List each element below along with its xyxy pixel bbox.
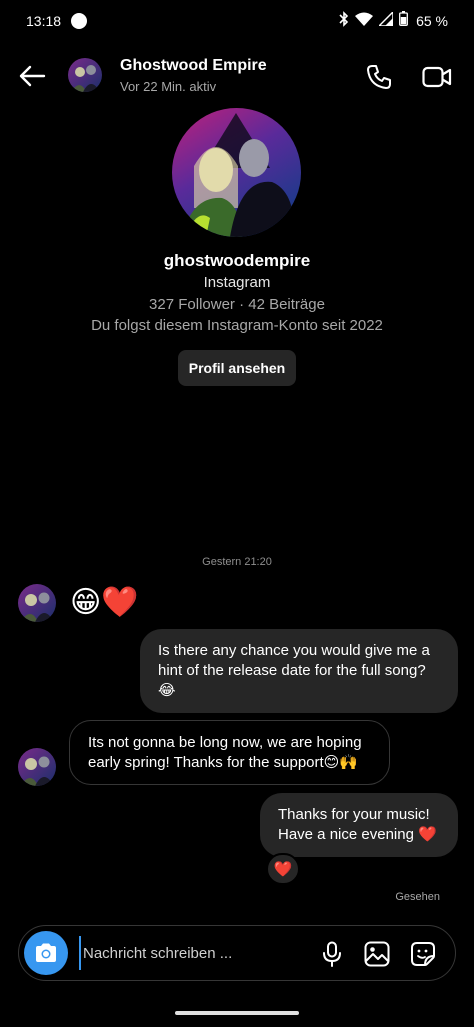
profile-username: ghostwoodempire bbox=[163, 251, 311, 270]
video-camera-icon bbox=[422, 66, 452, 88]
emoji-message[interactable]: 😁❤️ bbox=[70, 584, 139, 622]
voice-message-button[interactable] bbox=[319, 940, 345, 968]
sender-avatar[interactable] bbox=[18, 584, 56, 622]
back-arrow-icon bbox=[19, 65, 46, 87]
contact-name[interactable]: Ghostwood Empire bbox=[120, 57, 267, 75]
message-line: 😂 bbox=[158, 682, 176, 699]
camera-button[interactable] bbox=[24, 931, 68, 975]
sender-avatar[interactable] bbox=[18, 748, 56, 786]
incoming-message[interactable]: Its not gonna be long now, we are hoping… bbox=[69, 720, 390, 785]
profile-avatar[interactable] bbox=[172, 108, 301, 237]
header-avatar[interactable] bbox=[68, 58, 102, 92]
video-call-button[interactable] bbox=[418, 60, 456, 94]
profile-stats: 327 Follower · 42 Beiträge bbox=[149, 296, 325, 313]
phone-icon bbox=[367, 65, 391, 89]
profile-follow-info: Du folgst diesem Instagram-Konto seit 20… bbox=[91, 317, 383, 334]
message-line: Is there any chance you would give me a bbox=[158, 642, 430, 659]
signal-icon bbox=[377, 9, 394, 31]
battery-percentage: 65 % bbox=[416, 13, 448, 29]
outgoing-message[interactable]: Is there any chance you would give me a … bbox=[140, 629, 458, 713]
activity-status: Vor 22 Min. aktiv bbox=[120, 79, 217, 94]
seen-indicator: Gesehen bbox=[395, 891, 440, 903]
sticker-icon bbox=[411, 942, 435, 966]
sticker-button[interactable] bbox=[409, 940, 437, 968]
status-bar: 13:18 65 % bbox=[0, 0, 474, 42]
heart-reaction[interactable]: ❤️ bbox=[266, 853, 300, 885]
camera-icon bbox=[36, 943, 56, 962]
reaction-emoji: ❤️ bbox=[273, 860, 293, 878]
view-profile-button[interactable]: Profil ansehen bbox=[178, 350, 296, 386]
notification-dot-icon bbox=[71, 13, 87, 29]
outgoing-message[interactable]: Thanks for your music! Have a nice eveni… bbox=[260, 793, 458, 857]
gallery-button[interactable] bbox=[363, 940, 391, 968]
back-button[interactable] bbox=[14, 60, 50, 92]
message-line: Have a nice evening ❤️ bbox=[278, 826, 437, 843]
conversation-timestamp: Gestern 21:20 bbox=[202, 556, 272, 568]
voice-call-button[interactable] bbox=[362, 60, 396, 94]
emoji-message-text: 😁❤️ bbox=[70, 585, 139, 620]
profile-source: Instagram bbox=[203, 274, 271, 291]
status-time: 13:18 bbox=[26, 13, 62, 29]
message-line: hint of the release date for the full so… bbox=[158, 662, 426, 679]
microphone-icon bbox=[323, 941, 341, 967]
message-line: early spring! Thanks for the support😊🙌 bbox=[88, 754, 358, 771]
wifi-icon bbox=[355, 12, 374, 31]
message-line: Its not gonna be long now, we are hoping bbox=[88, 734, 362, 751]
home-indicator[interactable] bbox=[175, 1011, 299, 1015]
message-composer bbox=[18, 925, 456, 981]
message-input[interactable] bbox=[79, 936, 319, 970]
battery-icon bbox=[399, 11, 409, 31]
chat-header: Ghostwood Empire Vor 22 Min. aktiv bbox=[0, 42, 474, 110]
bluetooth-icon bbox=[339, 10, 349, 32]
message-line: Thanks for your music! bbox=[278, 806, 430, 823]
status-icons: 65 % bbox=[339, 9, 448, 32]
gallery-icon bbox=[364, 941, 390, 967]
